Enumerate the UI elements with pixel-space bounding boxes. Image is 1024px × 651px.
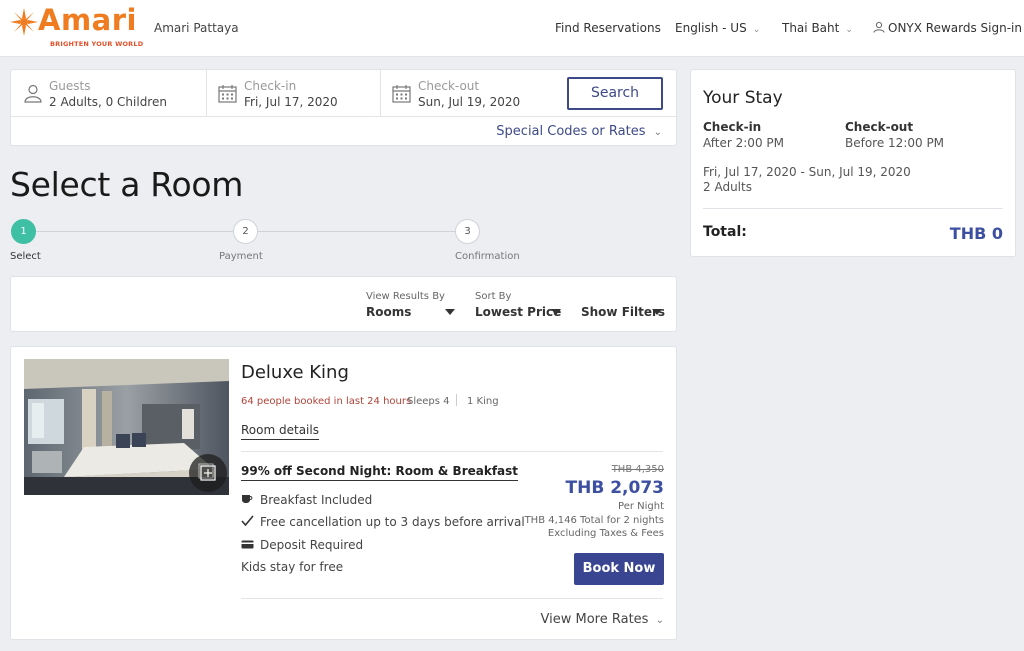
booked-notice: 64 people booked in last 24 hours <box>241 396 412 407</box>
amari-logo[interactable]: Amari BRIGHTEN YOUR WORLD <box>10 3 145 50</box>
step-2-circle: 2 <box>233 219 258 244</box>
step-connector <box>258 231 455 232</box>
search-button[interactable]: Search <box>567 77 663 110</box>
rewards-signin-link[interactable]: ONYX Rewards Sign-in <box>873 21 1022 35</box>
amenity-breakfast: Breakfast Included <box>241 493 372 507</box>
chevron-down-icon: ⌄ <box>655 615 664 626</box>
room-photo[interactable] <box>24 359 229 495</box>
room-sleeps: Sleeps 4 <box>407 396 450 407</box>
divider <box>380 70 381 116</box>
amenity-cancellation: Free cancellation up to 3 days before ar… <box>241 515 525 529</box>
checkout-value: Sun, Jul 19, 2020 <box>418 95 521 109</box>
checkmark-icon <box>241 515 255 529</box>
stay-checkin-value: After 2:00 PM <box>703 136 784 150</box>
chevron-down-icon: ⌄ <box>752 25 761 35</box>
room-details-link[interactable]: Room details <box>241 423 319 440</box>
guests-user-icon <box>24 84 42 103</box>
divider <box>241 598 663 599</box>
user-icon <box>873 21 885 33</box>
guests-label: Guests <box>49 79 91 93</box>
book-now-button[interactable]: Book Now <box>574 553 664 585</box>
divider <box>11 116 676 117</box>
special-codes-toggle[interactable]: Special Codes or Rates ⌄ <box>496 124 662 139</box>
language-label: English - US <box>675 21 747 35</box>
original-price: THB 4,350 <box>611 464 664 475</box>
per-night-label: Per Night <box>618 501 664 512</box>
amenity-deposit: Deposit Required <box>241 538 363 552</box>
special-codes-label: Special Codes or Rates <box>496 124 646 139</box>
caret-down-icon <box>445 309 455 315</box>
step-connector <box>36 231 233 232</box>
caret-down-icon <box>551 309 561 315</box>
chevron-down-icon: ⌄ <box>845 25 853 35</box>
top-header: Amari BRIGHTEN YOUR WORLD Amari Pattaya … <box>0 0 1024 57</box>
amenity-text: Free cancellation up to 3 days before ar… <box>260 515 525 529</box>
step-2-label: Payment <box>219 251 263 262</box>
room-title: Deluxe King <box>241 362 349 383</box>
language-dropdown[interactable]: English - US ⌄ <box>675 21 760 35</box>
gallery-icon <box>198 463 216 481</box>
calendar-icon <box>392 85 411 103</box>
sort-by-value: Lowest Price <box>475 305 562 319</box>
total-price-note: THB 4,146 Total for 2 nights <box>524 515 664 526</box>
logo-tagline: BRIGHTEN YOUR WORLD <box>50 40 144 48</box>
divider <box>703 208 1003 209</box>
sun-logo-icon <box>10 8 38 36</box>
credit-card-icon <box>241 539 255 552</box>
amenity-text: Kids stay for free <box>241 560 344 574</box>
view-more-rates-label: View More Rates <box>540 612 649 627</box>
divider <box>456 394 457 406</box>
coffee-cup-icon <box>241 494 255 507</box>
step-1-label: Select <box>10 251 41 262</box>
photo-gallery-button[interactable] <box>189 454 227 492</box>
stay-checkout-label: Check-out <box>845 120 914 134</box>
stay-checkin-label: Check-in <box>703 120 762 134</box>
view-more-rates-toggle[interactable]: View More Rates ⌄ <box>541 612 664 627</box>
checkout-label: Check-out <box>418 79 480 93</box>
discounted-price: THB 2,073 <box>565 478 664 498</box>
total-value: THB 0 <box>949 224 1003 243</box>
amenity-kids: Kids stay for free <box>241 560 343 574</box>
step-1-circle: 1 <box>11 219 36 244</box>
calendar-icon <box>218 85 237 103</box>
total-label: Total: <box>703 224 747 240</box>
amenity-text: Breakfast Included <box>260 493 373 507</box>
tax-note: Excluding Taxes & Fees <box>547 528 664 539</box>
checkin-value: Fri, Jul 17, 2020 <box>244 95 338 109</box>
stay-dates: Fri, Jul 17, 2020 - Sun, Jul 19, 2020 <box>703 165 911 179</box>
stay-checkout-value: Before 12:00 PM <box>845 136 945 150</box>
rate-name-link[interactable]: 99% off Second Night: Room & Breakfast <box>241 464 519 481</box>
step-3-label: Confirmation <box>455 251 520 262</box>
results-toolbar: View Results By Rooms Sort By Lowest Pri… <box>10 276 677 332</box>
find-reservations-link[interactable]: Find Reservations <box>555 21 661 35</box>
page-title: Select a Room <box>10 165 244 204</box>
your-stay-title: Your Stay <box>703 88 783 108</box>
view-results-label: View Results By <box>366 291 445 302</box>
divider <box>241 451 663 452</box>
search-panel: Guests 2 Adults, 0 Children Check-in Fri… <box>10 69 677 146</box>
rewards-signin-label: ONYX Rewards Sign-in <box>888 21 1022 35</box>
divider <box>206 70 207 116</box>
your-stay-panel: Your Stay Check-in After 2:00 PM Check-o… <box>690 69 1016 257</box>
currency-dropdown[interactable]: Thai Baht ⌄ <box>782 21 853 35</box>
chevron-down-icon: ⌄ <box>653 127 662 138</box>
sort-by-label: Sort By <box>475 291 512 302</box>
stay-guests: 2 Adults <box>703 180 752 194</box>
logo-wordmark: Amari <box>38 3 137 37</box>
room-card: Deluxe King 64 people booked in last 24 … <box>10 346 677 640</box>
checkin-label: Check-in <box>244 79 297 93</box>
step-3-circle: 3 <box>455 219 480 244</box>
caret-down-icon <box>652 309 662 315</box>
amenity-text: Deposit Required <box>260 538 364 552</box>
view-results-value: Rooms <box>366 305 412 319</box>
currency-label: Thai Baht <box>782 21 840 35</box>
hotel-name: Amari Pattaya <box>154 21 239 35</box>
room-bed: 1 King <box>467 396 499 407</box>
guests-value: 2 Adults, 0 Children <box>49 95 167 109</box>
